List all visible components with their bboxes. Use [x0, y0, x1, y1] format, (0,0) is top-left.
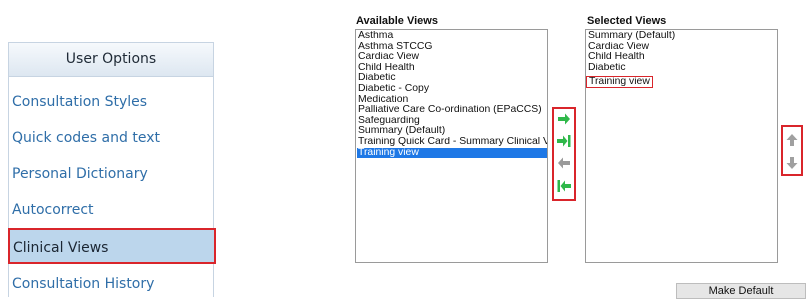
list-item[interactable]: Cardiac View: [587, 42, 777, 53]
list-item[interactable]: Safeguarding: [357, 116, 547, 127]
list-item[interactable]: Diabetic: [357, 73, 547, 84]
list-item[interactable]: Asthma STCCG: [357, 42, 547, 53]
option-autocorrect[interactable]: Autocorrect: [9, 192, 213, 228]
arrow-up-icon[interactable]: [784, 132, 800, 148]
option-clinical-views[interactable]: Clinical Views: [8, 228, 216, 264]
user-options-panel: User Options Consultation Styles Quick c…: [8, 42, 216, 297]
selected-views-title: Selected Views: [587, 15, 667, 27]
available-views-list[interactable]: Asthma Asthma STCCG Cardiac View Child H…: [355, 29, 548, 263]
list-item[interactable]: Child Health: [357, 63, 547, 74]
list-item[interactable]: Palliative Care Co-ordination (EPaCCS): [357, 105, 547, 116]
list-item-selected[interactable]: Training view: [357, 147, 547, 159]
move-buttons-group: [552, 107, 576, 201]
arrow-down-icon[interactable]: [784, 155, 800, 171]
arrow-left-all-icon[interactable]: [556, 178, 572, 194]
list-item[interactable]: Child Health: [587, 52, 777, 63]
list-item[interactable]: Training Quick Card - Summary Clinical V: [357, 137, 547, 148]
arrow-left-icon[interactable]: [556, 155, 572, 171]
selected-views-list[interactable]: Summary (Default) Cardiac View Child Hea…: [585, 29, 778, 263]
option-quick-codes[interactable]: Quick codes and text: [9, 120, 213, 156]
list-item[interactable]: Diabetic - Copy: [357, 84, 547, 95]
list-item[interactable]: Medication: [357, 95, 547, 106]
user-options-title: User Options: [9, 43, 213, 77]
option-personal-dictionary[interactable]: Personal Dictionary: [9, 156, 213, 192]
arrow-right-icon[interactable]: [556, 111, 572, 127]
list-item-highlighted[interactable]: Training view: [586, 75, 653, 89]
list-item[interactable]: Summary (Default): [357, 126, 547, 137]
list-item[interactable]: Asthma: [357, 31, 547, 42]
available-views-title: Available Views: [356, 15, 438, 27]
list-item[interactable]: Summary (Default): [587, 31, 777, 42]
arrow-right-all-icon[interactable]: [556, 133, 572, 149]
order-buttons-group: [781, 125, 803, 176]
option-consultation-styles[interactable]: Consultation Styles: [9, 84, 213, 120]
list-item[interactable]: Diabetic: [587, 63, 777, 74]
list-item[interactable]: Cardiac View: [357, 52, 547, 63]
